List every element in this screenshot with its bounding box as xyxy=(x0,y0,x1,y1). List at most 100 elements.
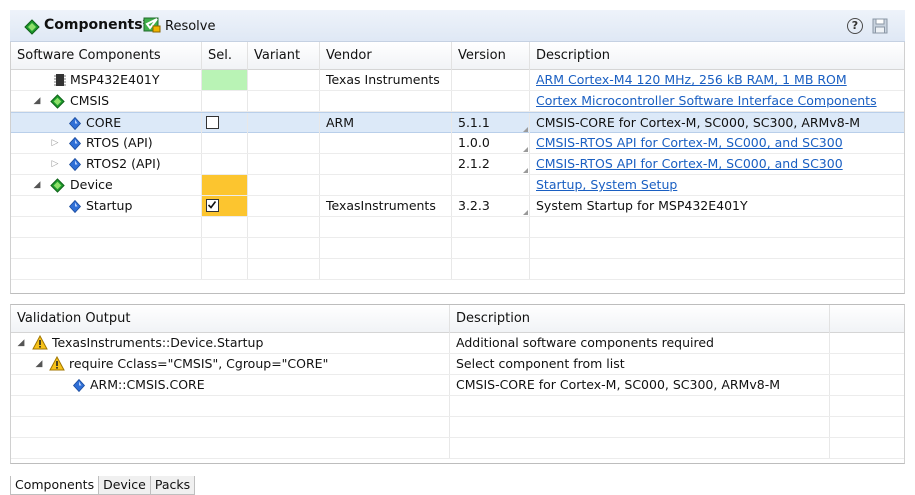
component-name: CORE xyxy=(86,115,122,130)
checkmark-icon xyxy=(207,201,217,209)
validation-description: Select component from list xyxy=(450,354,830,374)
component-name: Device xyxy=(70,177,113,192)
select-checkbox[interactable] xyxy=(206,199,219,212)
validation-text: require Cclass="CMSIS", Cgroup="CORE" xyxy=(69,356,329,371)
sel-cell xyxy=(202,70,248,90)
description-link[interactable]: Startup, System Setup xyxy=(536,177,677,192)
variant-cell xyxy=(248,196,320,216)
table-row[interactable]: ▷ RTOS2 (API) 2.1.2 CMSIS-RTOS API for C… xyxy=(11,154,904,175)
blue-diamond-icon xyxy=(68,136,82,153)
version-dropdown-icon[interactable] xyxy=(523,147,528,152)
version-dropdown-icon[interactable] xyxy=(523,127,528,132)
version-cell-container[interactable]: 5.1.1 xyxy=(452,113,530,133)
version-cell: 3.2.3 xyxy=(458,198,490,213)
blue-diamond-icon xyxy=(72,378,86,395)
version-dropdown-icon[interactable] xyxy=(523,210,528,215)
column-version[interactable]: Version xyxy=(452,42,530,70)
expand-toggle-icon[interactable]: ◢ xyxy=(33,354,45,374)
table-row[interactable]: MSP432E401Y Texas Instruments ARM Cortex… xyxy=(11,70,904,91)
blue-diamond-icon xyxy=(68,199,82,216)
vendor-cell xyxy=(320,91,452,111)
tab-device[interactable]: Device xyxy=(98,476,151,495)
tab-components[interactable]: Components xyxy=(10,476,100,495)
warning-icon xyxy=(49,355,65,374)
variant-cell xyxy=(248,91,320,111)
expand-toggle-icon[interactable]: ◢ xyxy=(31,175,43,195)
validation-text: ARM::CMSIS.CORE xyxy=(90,377,205,392)
table-row[interactable]: CORE ARM 5.1.1 CMSIS-CORE for Cortex-M, … xyxy=(11,112,904,133)
expand-toggle-icon[interactable]: ◢ xyxy=(31,91,43,111)
empty-row xyxy=(11,396,904,417)
blue-diamond-icon xyxy=(68,116,82,133)
expand-toggle-icon[interactable]: ▷ xyxy=(49,154,61,174)
green-diamond-icon xyxy=(24,19,40,38)
tab-packs[interactable]: Packs xyxy=(149,476,196,495)
table-row[interactable]: Startup TexasInstruments 3.2.3 System St… xyxy=(11,196,904,217)
components-table-header: Software Components Sel. Variant Vendor … xyxy=(11,42,904,70)
sel-cell xyxy=(202,133,248,153)
resolve-icon xyxy=(143,15,161,37)
sel-cell xyxy=(202,175,248,195)
variant-cell xyxy=(248,133,320,153)
version-cell-container[interactable]: 3.2.3 xyxy=(452,196,530,216)
page-title: Components* xyxy=(44,17,150,33)
resolve-button[interactable]: Resolve xyxy=(143,15,215,37)
table-row[interactable]: ◢ Device Startup, System Setup xyxy=(11,175,904,196)
variant-cell xyxy=(248,175,320,195)
version-cell: 2.1.2 xyxy=(458,156,490,171)
select-checkbox[interactable] xyxy=(206,116,219,129)
variant-cell xyxy=(248,70,320,90)
validation-row[interactable]: ◢ TexasInstruments::Device.Startup Addit… xyxy=(11,333,904,354)
bottom-tab-bar: Components Device Packs xyxy=(10,476,196,495)
version-cell-container[interactable]: 1.0.0 xyxy=(452,133,530,153)
version-dropdown-icon[interactable] xyxy=(523,168,528,173)
save-icon[interactable] xyxy=(872,18,888,37)
green-diamond-icon xyxy=(50,94,65,111)
column-validation-output[interactable]: Validation Output xyxy=(11,305,450,333)
column-sel[interactable]: Sel. xyxy=(202,42,248,70)
empty-row xyxy=(11,417,904,438)
description-link[interactable]: ARM Cortex-M4 120 MHz, 256 kB RAM, 1 MB … xyxy=(536,72,847,87)
version-cell: 5.1.1 xyxy=(458,115,490,130)
description-link[interactable]: Cortex Microcontroller Software Interfac… xyxy=(536,93,877,108)
empty-row xyxy=(11,438,904,459)
validation-row[interactable]: ◢ require Cclass="CMSIS", Cgroup="CORE" … xyxy=(11,354,904,375)
version-cell-container[interactable]: 2.1.2 xyxy=(452,154,530,174)
validation-row[interactable]: ARM::CMSIS.CORE CMSIS-CORE for Cortex-M,… xyxy=(11,375,904,396)
table-row[interactable]: ▷ RTOS (API) 1.0.0 CMSIS-RTOS API for Co… xyxy=(11,133,904,154)
validation-table: Validation Output Description ◢ TexasIns… xyxy=(10,304,905,464)
column-vendor[interactable]: Vendor xyxy=(320,42,452,70)
expand-toggle-icon[interactable]: ◢ xyxy=(15,333,27,353)
description-link[interactable]: CMSIS-RTOS API for Cortex-M, SC000, and … xyxy=(536,135,843,150)
column-description[interactable]: Description xyxy=(450,305,830,333)
table-row[interactable]: ◢ CMSIS Cortex Microcontroller Software … xyxy=(11,91,904,112)
column-description[interactable]: Description xyxy=(530,42,904,70)
help-icon[interactable]: ? xyxy=(847,18,863,34)
blue-diamond-icon xyxy=(68,157,82,174)
sel-cell[interactable] xyxy=(202,113,248,133)
validation-description: CMSIS-CORE for Cortex-M, SC000, SC300, A… xyxy=(450,375,830,395)
component-name: Startup xyxy=(86,198,133,213)
version-cell xyxy=(452,70,530,90)
column-variant[interactable]: Variant xyxy=(248,42,320,70)
vendor-cell: ARM xyxy=(320,113,452,133)
vendor-cell xyxy=(320,154,452,174)
warning-icon xyxy=(32,334,48,353)
empty-row xyxy=(11,259,904,280)
component-name: CMSIS xyxy=(70,93,110,108)
description-cell: CMSIS-CORE for Cortex-M, SC000, SC300, A… xyxy=(536,115,860,130)
expand-toggle-icon[interactable]: ▷ xyxy=(49,133,61,153)
sel-cell[interactable] xyxy=(202,196,248,216)
vendor-cell xyxy=(320,175,452,195)
components-header: Components* Resolve ? xyxy=(10,10,905,42)
column-software-components[interactable]: Software Components xyxy=(11,42,202,70)
description-link[interactable]: CMSIS-RTOS API for Cortex-M, SC000, and … xyxy=(536,156,843,171)
sel-cell xyxy=(202,154,248,174)
components-table: Software Components Sel. Variant Vendor … xyxy=(10,42,905,294)
description-cell: System Startup for MSP432E401Y xyxy=(536,198,748,213)
vendor-cell xyxy=(320,133,452,153)
component-name: RTOS (API) xyxy=(86,135,153,150)
version-cell xyxy=(452,91,530,111)
variant-cell xyxy=(248,154,320,174)
resolve-label: Resolve xyxy=(165,18,216,34)
